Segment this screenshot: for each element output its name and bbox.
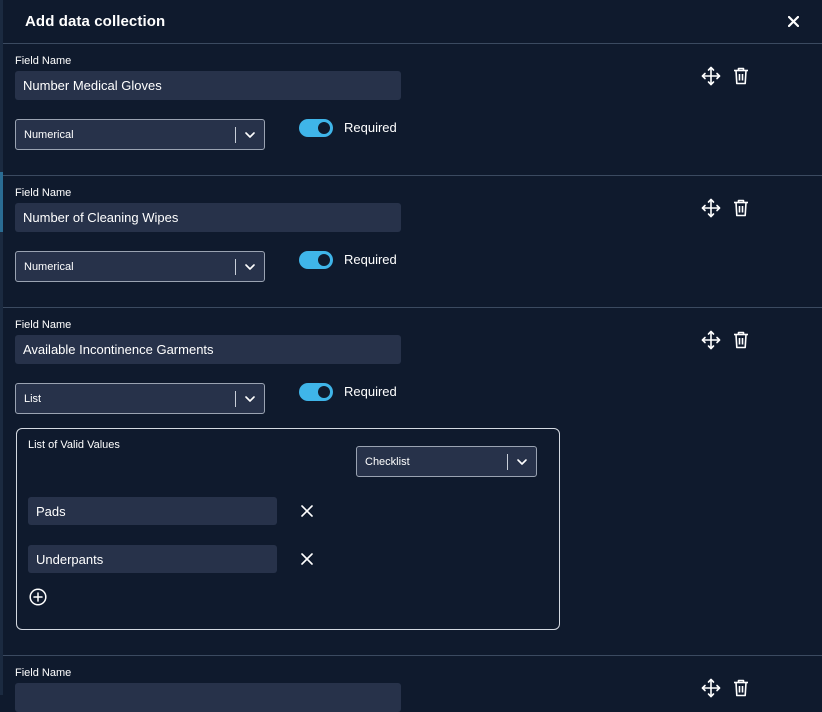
chevron-down-icon [245, 264, 255, 270]
type-select-value: List [24, 392, 42, 405]
select-divider [235, 127, 236, 143]
chevron-down-icon [517, 459, 527, 465]
remove-value-icon[interactable] [297, 549, 317, 569]
field-name-input[interactable]: Number Medical Gloves [15, 71, 401, 100]
toggle-knob [318, 122, 330, 134]
valid-value-input[interactable]: Underpants [28, 545, 277, 573]
toggle-knob [318, 254, 330, 266]
trash-icon[interactable] [731, 330, 751, 350]
field-section-4: Field Name [3, 656, 822, 712]
required-label: Required [344, 252, 397, 267]
type-select[interactable]: List [15, 383, 265, 414]
select-divider [235, 391, 236, 407]
select-divider [507, 454, 508, 470]
field-section-1: Field Name Number Medical Gloves Numeric… [3, 44, 822, 176]
select-divider [235, 259, 236, 275]
dialog-header: Add data collection [3, 0, 822, 44]
required-toggle[interactable] [299, 383, 333, 401]
field-section-2: Field Name Number of Cleaning Wipes Nume… [3, 176, 822, 308]
required-toggle[interactable] [299, 251, 333, 269]
type-select-value: Numerical [24, 260, 74, 273]
trash-icon[interactable] [731, 66, 751, 86]
field-name-input[interactable]: Available Incontinence Garments [15, 335, 401, 364]
toggle-knob [318, 386, 330, 398]
type-select[interactable]: Numerical [15, 251, 265, 282]
field-name-label: Field Name [15, 55, 72, 67]
dialog-title: Add data collection [25, 13, 166, 30]
field-name-input[interactable] [15, 683, 401, 712]
display-type-value: Checklist [365, 455, 410, 468]
add-value-icon[interactable] [28, 587, 48, 607]
type-select[interactable]: Numerical [15, 119, 265, 150]
type-select-value: Numerical [24, 128, 74, 141]
chevron-down-icon [245, 396, 255, 402]
chevron-down-icon [245, 132, 255, 138]
move-icon[interactable] [701, 66, 721, 86]
valid-value-input[interactable]: Pads [28, 497, 277, 525]
field-name-input[interactable]: Number of Cleaning Wipes [15, 203, 401, 232]
required-label: Required [344, 120, 397, 135]
display-type-select[interactable]: Checklist [356, 446, 537, 477]
trash-icon[interactable] [731, 678, 751, 698]
move-icon[interactable] [701, 198, 721, 218]
field-name-label: Field Name [15, 319, 72, 331]
valid-values-panel: List of Valid Values Checklist Pads Unde… [16, 428, 560, 630]
required-toggle[interactable] [299, 119, 333, 137]
close-icon[interactable] [782, 10, 804, 32]
move-icon[interactable] [701, 330, 721, 350]
field-section-3: Field Name Available Incontinence Garmen… [3, 308, 822, 656]
remove-value-icon[interactable] [297, 501, 317, 521]
field-name-label: Field Name [15, 667, 72, 679]
trash-icon[interactable] [731, 198, 751, 218]
required-label: Required [344, 384, 397, 399]
field-name-label: Field Name [15, 187, 72, 199]
valid-values-label: List of Valid Values [28, 439, 120, 451]
move-icon[interactable] [701, 678, 721, 698]
